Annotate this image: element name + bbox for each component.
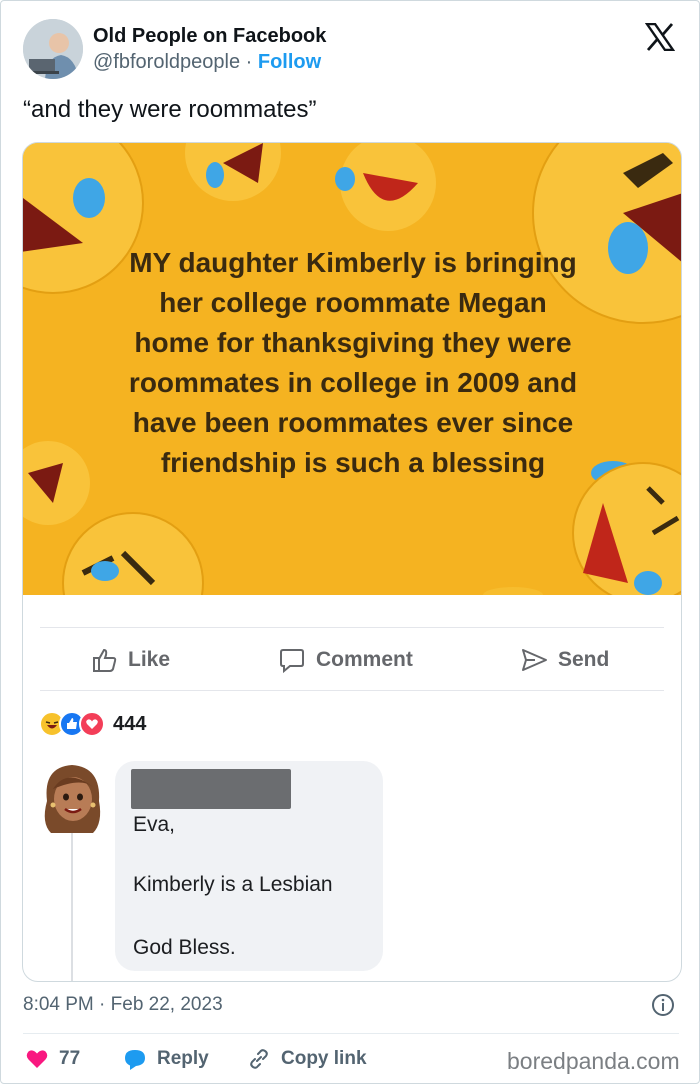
- like-action[interactable]: 77: [25, 1047, 80, 1071]
- tweet-media[interactable]: MY daughter Kimberly is bringing her col…: [22, 142, 682, 982]
- divider: [23, 1033, 679, 1034]
- tweet-card: Old People on Facebook @fbforoldpeople ·…: [0, 0, 700, 1084]
- separator: ·: [245, 51, 253, 73]
- fb-like-label: Like: [128, 648, 171, 671]
- fb-comment-button[interactable]: Comment: [278, 646, 413, 674]
- x-logo-icon[interactable]: [645, 23, 675, 51]
- watermark: boredpanda.com: [507, 1048, 680, 1074]
- comment-bubble-icon: [280, 649, 304, 674]
- meme-line: her college roommate Megan: [159, 287, 547, 318]
- fb-action-bar: Like Comment Send: [40, 627, 664, 691]
- meme-text: MY daughter Kimberly is bringing her col…: [53, 243, 653, 483]
- reply-action[interactable]: Reply: [123, 1047, 209, 1071]
- tweet-date: Feb 22, 2023: [110, 994, 223, 1015]
- reply-label: Reply: [157, 1048, 209, 1069]
- comment-bubble: Eva, Kimberly is a Lesbian God Bless.: [115, 761, 383, 971]
- fb-send-label: Send: [558, 648, 610, 671]
- comment-greeting: Eva,: [133, 813, 176, 836]
- thumbs-up-icon: [93, 648, 117, 672]
- profile-avatar[interactable]: [23, 19, 83, 79]
- copy-link-label: Copy link: [281, 1048, 367, 1069]
- comment-body: Kimberly is a Lesbian: [133, 873, 333, 896]
- link-icon: [250, 1049, 268, 1069]
- meme-line: home for thanksgiving they were: [134, 327, 572, 358]
- meme-image: MY daughter Kimberly is bringing her col…: [23, 143, 681, 595]
- reaction-count: 444: [113, 712, 147, 735]
- fb-send-button[interactable]: Send: [520, 646, 609, 674]
- meme-line: have been roommates ever since: [132, 407, 574, 438]
- timestamp[interactable]: 8:04 PM · Feb 22, 2023: [23, 994, 223, 1016]
- display-name[interactable]: Old People on Facebook: [93, 25, 326, 48]
- fb-like-button[interactable]: Like: [90, 646, 170, 674]
- thread-line: [71, 833, 73, 981]
- reply-bubble-icon: [125, 1050, 145, 1070]
- meme-line: friendship is such a blessing: [160, 447, 546, 478]
- send-icon: [522, 649, 547, 671]
- redacted-name-block: [131, 769, 291, 809]
- tweet-text: “and they were roommates”: [23, 96, 317, 123]
- reactions-row[interactable]: 444: [39, 710, 146, 738]
- follow-button[interactable]: Follow: [258, 51, 321, 73]
- commenter-avatar[interactable]: [37, 761, 107, 837]
- copy-link-action[interactable]: Copy link: [247, 1047, 367, 1071]
- fb-comment-label: Comment: [316, 648, 413, 671]
- like-count: 77: [59, 1048, 81, 1069]
- love-icon: [79, 711, 105, 737]
- meme-line: MY daughter Kimberly is bringing: [129, 247, 577, 278]
- tweet-time: 8:04 PM: [23, 994, 94, 1015]
- separator: ·: [99, 994, 106, 1015]
- meme-line: roommates in college in 2009 and: [128, 367, 578, 398]
- comment-closing: God Bless.: [133, 936, 236, 959]
- handle[interactable]: @fbforoldpeople: [93, 51, 240, 73]
- handle-row: @fbforoldpeople · Follow: [93, 51, 321, 74]
- info-icon[interactable]: [651, 993, 675, 1017]
- heart-icon: [26, 1050, 48, 1068]
